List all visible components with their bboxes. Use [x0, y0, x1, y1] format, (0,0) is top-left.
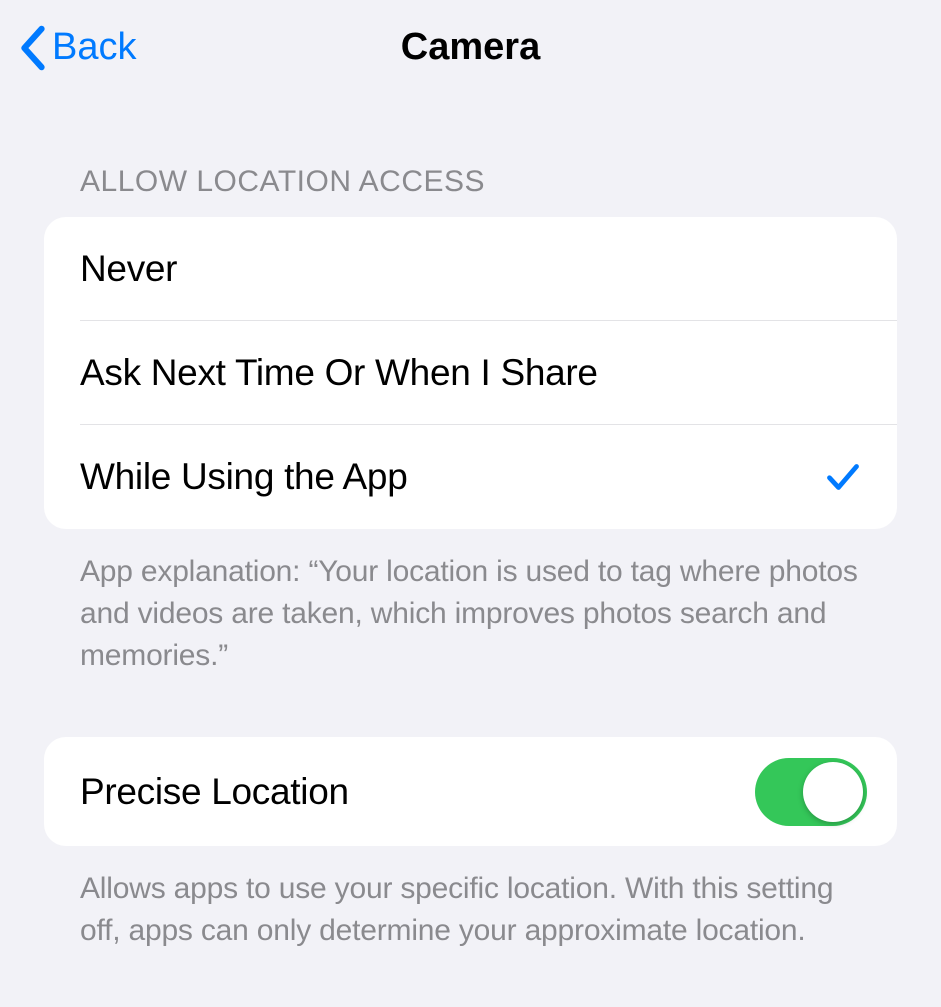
precise-location-toggle[interactable] [755, 758, 867, 826]
option-label: While Using the App [80, 456, 407, 498]
location-access-group: Never Ask Next Time Or When I Share Whil… [44, 217, 897, 529]
option-ask-next-time[interactable]: Ask Next Time Or When I Share [44, 321, 897, 425]
page-title: Camera [0, 26, 941, 69]
back-button[interactable]: Back [18, 25, 136, 71]
section-footer-precise: Allows apps to use your specific locatio… [44, 846, 897, 952]
precise-location-label: Precise Location [80, 771, 349, 813]
nav-header: Back Camera [0, 0, 941, 95]
toggle-knob [803, 762, 863, 822]
option-never[interactable]: Never [44, 217, 897, 321]
spacer [44, 677, 897, 737]
option-while-using[interactable]: While Using the App [44, 425, 897, 529]
section-header-location-access: ALLOW LOCATION ACCESS [44, 95, 897, 217]
chevron-left-icon [18, 25, 46, 71]
option-label: Never [80, 248, 177, 290]
back-label: Back [52, 26, 136, 69]
content-area: ALLOW LOCATION ACCESS Never Ask Next Tim… [0, 95, 941, 952]
precise-location-row: Precise Location [44, 737, 897, 846]
option-label: Ask Next Time Or When I Share [80, 352, 598, 394]
section-footer-location-access: App explanation: “Your location is used … [44, 529, 897, 677]
checkmark-icon [825, 459, 861, 495]
